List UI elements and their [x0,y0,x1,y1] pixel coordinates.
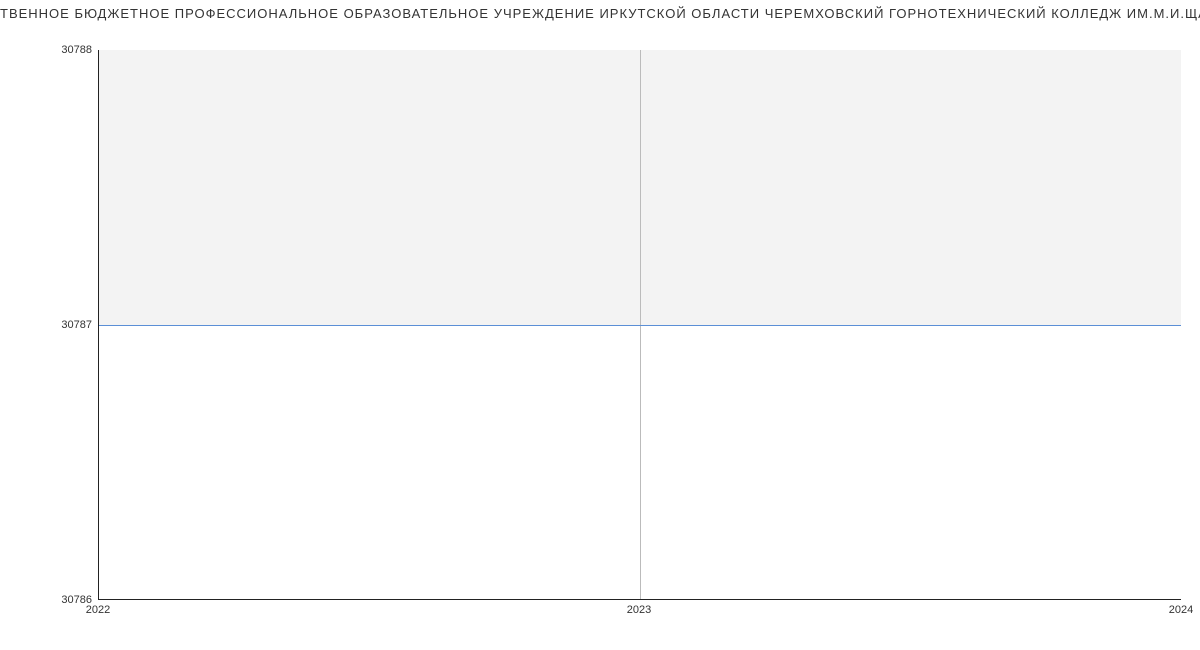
chart-title: ТВЕННОЕ БЮДЖЕТНОЕ ПРОФЕССИОНАЛЬНОЕ ОБРАЗ… [0,6,1200,21]
x-tick-label: 2022 [86,604,110,616]
y-tick-label: 30786 [12,594,92,606]
y-tick-label: 30788 [12,44,92,56]
x-tick-label: 2023 [627,604,651,616]
y-tick-label: 30787 [12,319,92,331]
x-tick-label: 2024 [1169,604,1193,616]
data-line [99,325,1181,326]
plot-area [98,50,1181,600]
